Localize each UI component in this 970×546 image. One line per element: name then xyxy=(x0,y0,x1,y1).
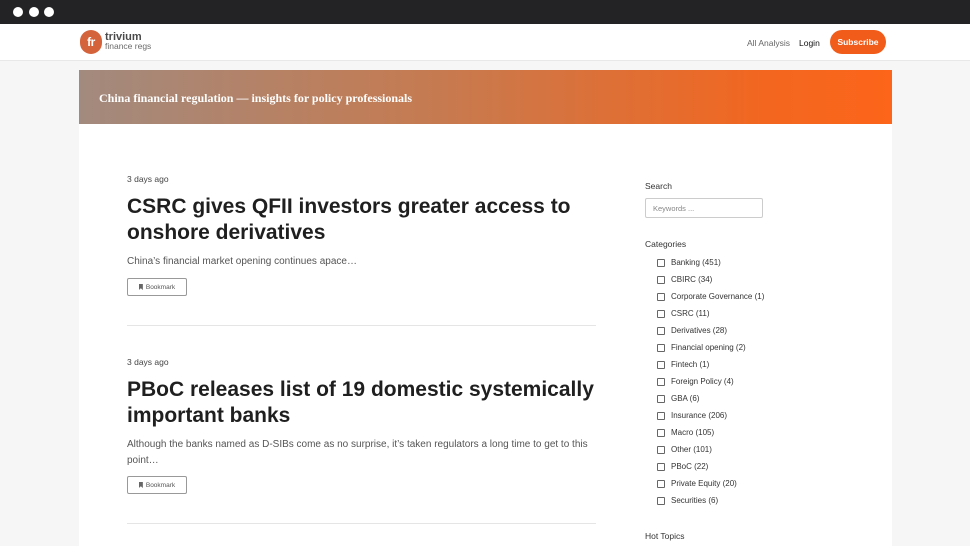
category-checkbox[interactable] xyxy=(657,446,665,454)
window-close-dot[interactable] xyxy=(13,7,23,17)
category-checkbox[interactable] xyxy=(657,463,665,471)
bookmark-label: Bookmark xyxy=(145,283,176,291)
logo-wordmark: trivium finance regs xyxy=(105,32,152,51)
category-checkbox[interactable] xyxy=(657,429,665,437)
category-checkbox[interactable] xyxy=(657,378,665,386)
category-item[interactable]: Insurance (206) xyxy=(657,411,764,428)
category-label: GBA (6) xyxy=(671,394,700,403)
nav-login-link[interactable]: Login xyxy=(799,38,820,48)
bookmark-icon xyxy=(138,482,143,488)
logo-tagline: finance regs xyxy=(105,41,152,51)
category-label: Foreign Policy (4) xyxy=(671,377,734,386)
article-excerpt-line: point… xyxy=(127,455,159,466)
category-item[interactable]: Private Equity (20) xyxy=(657,479,764,496)
article-title-line: important banks xyxy=(127,404,291,427)
category-checkbox[interactable] xyxy=(657,293,665,301)
category-list: Banking (451) CBIRC (34) Corporate Gover… xyxy=(657,258,764,513)
category-item[interactable]: PBoC (22) xyxy=(657,462,764,479)
category-item[interactable]: Fintech (1) xyxy=(657,360,764,377)
search-input[interactable] xyxy=(645,198,763,218)
category-item[interactable]: Macro (105) xyxy=(657,428,764,445)
category-label: Financial opening (2) xyxy=(671,343,746,352)
article-title-line: PBoC releases list of 19 domestic system… xyxy=(127,378,594,401)
window-minimize-dot[interactable] xyxy=(29,7,39,17)
category-checkbox[interactable] xyxy=(657,259,665,267)
article-card: 3 days ago CSRC gives QFII investors gre… xyxy=(127,174,597,296)
category-label: Derivatives (28) xyxy=(671,326,728,335)
bookmark-button[interactable]: Bookmark xyxy=(127,278,187,296)
logo-mark-icon: fr xyxy=(80,30,102,54)
article-excerpt: Although the banks named as D-SIBs come … xyxy=(127,437,597,469)
article-excerpt-line: China’s financial market opening continu… xyxy=(127,256,357,267)
category-checkbox[interactable] xyxy=(657,395,665,403)
search-heading: Search xyxy=(645,181,672,191)
article-card: 3 days ago PBoC releases list of 19 dome… xyxy=(127,357,597,494)
article-excerpt: China’s financial market opening continu… xyxy=(127,254,597,270)
category-label: CBIRC (34) xyxy=(671,275,713,284)
article-excerpt-line: Although the banks named as D-SIBs come … xyxy=(127,439,588,450)
bookmark-icon xyxy=(138,284,143,290)
category-label: PBoC (22) xyxy=(671,462,709,471)
category-item[interactable]: Derivatives (28) xyxy=(657,326,764,343)
category-label: Banking (451) xyxy=(671,258,721,267)
article-title-line: CSRC gives QFII investors greater access… xyxy=(127,195,571,218)
site-logo[interactable]: fr trivium finance regs xyxy=(80,30,151,54)
category-label: Macro (105) xyxy=(671,428,715,437)
nav-all-analysis-link[interactable]: All Analysis xyxy=(747,38,790,48)
article-title[interactable]: CSRC gives QFII investors greater access… xyxy=(127,194,597,246)
categories-heading: Categories xyxy=(645,239,687,249)
main-content: 3 days ago CSRC gives QFII investors gre… xyxy=(79,124,892,546)
category-checkbox[interactable] xyxy=(657,327,665,335)
article-title-line: onshore derivatives xyxy=(127,221,326,244)
category-checkbox[interactable] xyxy=(657,497,665,505)
article-date: 3 days ago xyxy=(127,357,169,367)
category-item[interactable]: CBIRC (34) xyxy=(657,275,764,292)
category-checkbox[interactable] xyxy=(657,310,665,318)
hot-topics-heading: Hot Topics xyxy=(645,531,685,541)
subscribe-button[interactable]: Subscribe xyxy=(830,30,886,54)
category-label: Corporate Governance (1) xyxy=(671,292,765,301)
category-item[interactable]: GBA (6) xyxy=(657,394,764,411)
category-item[interactable]: Corporate Governance (1) xyxy=(657,292,764,309)
category-label: Private Equity (20) xyxy=(671,479,737,488)
bookmark-button[interactable]: Bookmark xyxy=(127,476,187,494)
browser-window-chrome xyxy=(0,0,970,24)
category-item[interactable]: Securities (6) xyxy=(657,496,764,513)
category-item[interactable]: Banking (451) xyxy=(657,258,764,275)
category-checkbox[interactable] xyxy=(657,361,665,369)
category-item[interactable]: Other (101) xyxy=(657,445,764,462)
category-label: Fintech (1) xyxy=(671,360,710,369)
article-date: 3 days ago xyxy=(127,174,169,184)
category-label: CSRC (11) xyxy=(671,309,710,318)
article-title[interactable]: PBoC releases list of 19 domestic system… xyxy=(127,377,597,429)
category-checkbox[interactable] xyxy=(657,276,665,284)
category-item[interactable]: Financial opening (2) xyxy=(657,343,764,360)
site-header: fr trivium finance regs All Analysis Log… xyxy=(0,24,970,61)
category-checkbox[interactable] xyxy=(657,480,665,488)
window-maximize-dot[interactable] xyxy=(44,7,54,17)
category-label: Securities (6) xyxy=(671,496,719,505)
hero-banner: China financial regulation — insights fo… xyxy=(79,70,892,124)
article-divider xyxy=(127,325,596,326)
article-divider xyxy=(127,523,596,524)
category-checkbox[interactable] xyxy=(657,412,665,420)
category-label: Other (101) xyxy=(671,445,712,454)
category-item[interactable]: CSRC (11) xyxy=(657,309,764,326)
category-item[interactable]: Foreign Policy (4) xyxy=(657,377,764,394)
category-label: Insurance (206) xyxy=(671,411,728,420)
banner-headline: China financial regulation — insights fo… xyxy=(99,91,413,105)
category-checkbox[interactable] xyxy=(657,344,665,352)
bookmark-label: Bookmark xyxy=(145,481,176,489)
